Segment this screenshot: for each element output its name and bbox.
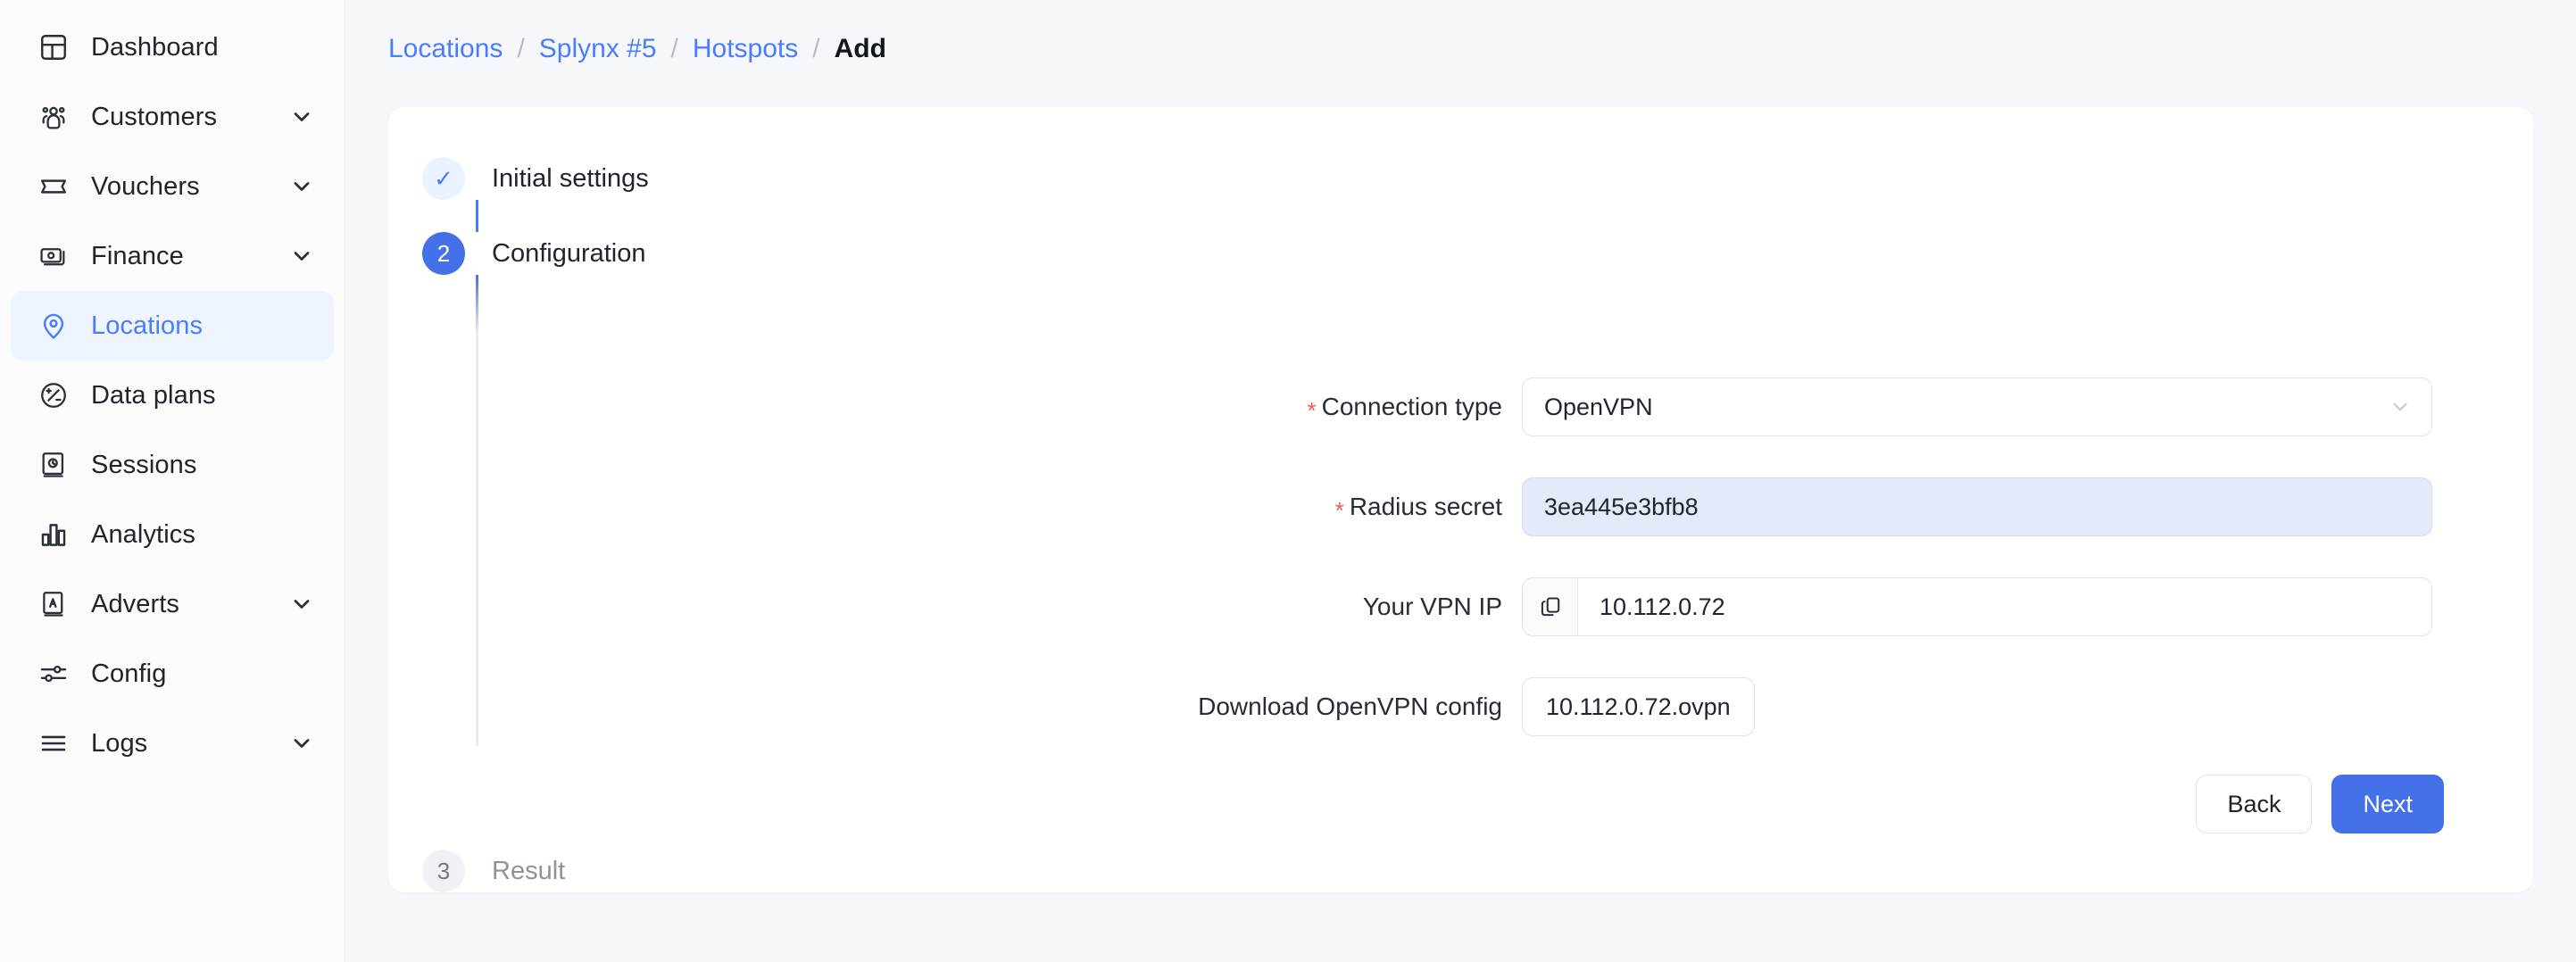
connection-type-label-text: Connection type	[1321, 393, 1502, 420]
connection-type-control: OpenVPN	[1522, 377, 2432, 436]
sessions-icon	[36, 447, 71, 483]
bar-chart-icon	[36, 517, 71, 552]
required-indicator: *	[1307, 397, 1317, 424]
main-content: Locations / Splynx #5 / Hotspots / Add ✓…	[345, 0, 2576, 962]
sidebar-item-label: Data plans	[91, 380, 216, 410]
copy-icon[interactable]	[1523, 578, 1578, 635]
logs-icon	[36, 726, 71, 761]
connection-type-select[interactable]: OpenVPN	[1522, 377, 2432, 436]
vpn-ip-control: 10.112.0.72	[1522, 577, 2432, 636]
sidebar-item-label: Locations	[91, 311, 204, 340]
chevron-down-icon[interactable]	[289, 174, 314, 199]
adverts-icon	[36, 586, 71, 622]
vpn-ip-input[interactable]: 10.112.0.72	[1578, 578, 2431, 635]
data-plan-icon	[36, 377, 71, 413]
chevron-down-icon[interactable]	[2389, 395, 2412, 419]
sidebar-item-logs[interactable]: Logs	[11, 709, 334, 778]
sidebar-item-customers[interactable]: Customers	[11, 82, 334, 152]
configuration-form: * Connection type OpenVPN * Radius secre…	[388, 357, 2533, 757]
radius-secret-label: * Radius secret	[388, 493, 1522, 524]
vpn-ip-input-group: 10.112.0.72	[1522, 577, 2432, 636]
breadcrumb: Locations / Splynx #5 / Hotspots / Add	[345, 0, 2576, 98]
breadcrumb-separator: /	[812, 34, 820, 63]
chevron-down-icon[interactable]	[289, 104, 314, 129]
wizard-card: ✓ Initial settings 2 Configuration * Conn…	[388, 107, 2533, 892]
sidebar: Dashboard Customers Vouchers Finance Loc…	[0, 0, 345, 962]
step-label: Configuration	[492, 238, 646, 268]
step-connector	[476, 200, 478, 232]
radius-secret-label-text: Radius secret	[1349, 493, 1502, 520]
download-config-button[interactable]: 10.112.0.72.ovpn	[1522, 677, 1755, 736]
dashboard-icon	[36, 29, 71, 65]
chevron-down-icon[interactable]	[289, 592, 314, 617]
chevron-down-icon[interactable]	[289, 731, 314, 756]
vpn-ip-label: Your VPN IP	[1362, 593, 1502, 620]
app-root: Dashboard Customers Vouchers Finance Loc…	[0, 0, 2576, 962]
form-row-connection-type: * Connection type OpenVPN	[388, 357, 2533, 457]
sliders-icon	[36, 656, 71, 692]
breadcrumb-link-hotspots[interactable]: Hotspots	[693, 34, 798, 64]
sidebar-item-label: Analytics	[91, 519, 195, 549]
customers-icon	[36, 99, 71, 135]
voucher-icon	[36, 169, 71, 204]
download-config-control: 10.112.0.72.ovpn	[1522, 677, 1755, 736]
map-pin-icon	[36, 308, 71, 344]
connection-type-label: * Connection type	[388, 393, 1522, 424]
sidebar-item-label: Config	[91, 659, 167, 688]
sidebar-item-data-plans[interactable]: Data plans	[11, 361, 334, 430]
step-label: Initial settings	[492, 163, 649, 193]
chevron-down-icon[interactable]	[289, 244, 314, 269]
sidebar-item-label: Sessions	[91, 450, 197, 479]
step-initial-settings[interactable]: ✓ Initial settings	[422, 157, 2533, 200]
step-marker-check-icon: ✓	[422, 157, 465, 200]
breadcrumb-separator: /	[517, 34, 525, 63]
form-row-vpn-ip: Your VPN IP 10.112.0.72	[388, 557, 2533, 657]
download-config-label: Download OpenVPN config	[1198, 692, 1502, 720]
breadcrumb-link-locations[interactable]: Locations	[388, 34, 503, 64]
form-row-radius-secret: * Radius secret 3ea445e3bfb8	[388, 457, 2533, 557]
radius-secret-input[interactable]: 3ea445e3bfb8	[1522, 477, 2432, 536]
sidebar-item-adverts[interactable]: Adverts	[11, 569, 334, 639]
breadcrumb-link-splynx[interactable]: Splynx #5	[539, 34, 657, 64]
sidebar-item-dashboard[interactable]: Dashboard	[11, 12, 334, 82]
sidebar-item-sessions[interactable]: Sessions	[11, 430, 334, 500]
step-result[interactable]: 3 Result	[422, 850, 565, 892]
wizard-actions: Back Next	[388, 775, 2444, 833]
step-marker-number: 3	[422, 850, 465, 892]
step-configuration[interactable]: 2 Configuration	[422, 232, 2533, 275]
sidebar-item-analytics[interactable]: Analytics	[11, 500, 334, 569]
form-row-download-config: Download OpenVPN config 10.112.0.72.ovpn	[388, 657, 2533, 757]
step-marker-number: 2	[422, 232, 465, 275]
sidebar-item-locations[interactable]: Locations	[11, 291, 334, 361]
breadcrumb-separator: /	[670, 34, 678, 63]
required-indicator: *	[1334, 497, 1344, 524]
sidebar-item-label: Finance	[91, 241, 184, 270]
money-icon	[36, 238, 71, 274]
sidebar-item-label: Logs	[91, 728, 148, 758]
sidebar-item-label: Dashboard	[91, 32, 219, 62]
sidebar-item-finance[interactable]: Finance	[11, 221, 334, 291]
sidebar-item-config[interactable]: Config	[11, 639, 334, 709]
breadcrumb-current-page: Add	[834, 34, 886, 63]
sidebar-item-label: Vouchers	[91, 171, 200, 201]
sidebar-item-label: Adverts	[91, 589, 180, 618]
radius-secret-control: 3ea445e3bfb8	[1522, 477, 2432, 536]
sidebar-item-vouchers[interactable]: Vouchers	[11, 152, 334, 221]
step-label: Result	[492, 856, 566, 885]
connection-type-value: OpenVPN	[1544, 393, 1653, 420]
sidebar-item-label: Customers	[91, 102, 218, 131]
back-button[interactable]: Back	[2196, 775, 2313, 833]
next-button[interactable]: Next	[2331, 775, 2444, 833]
